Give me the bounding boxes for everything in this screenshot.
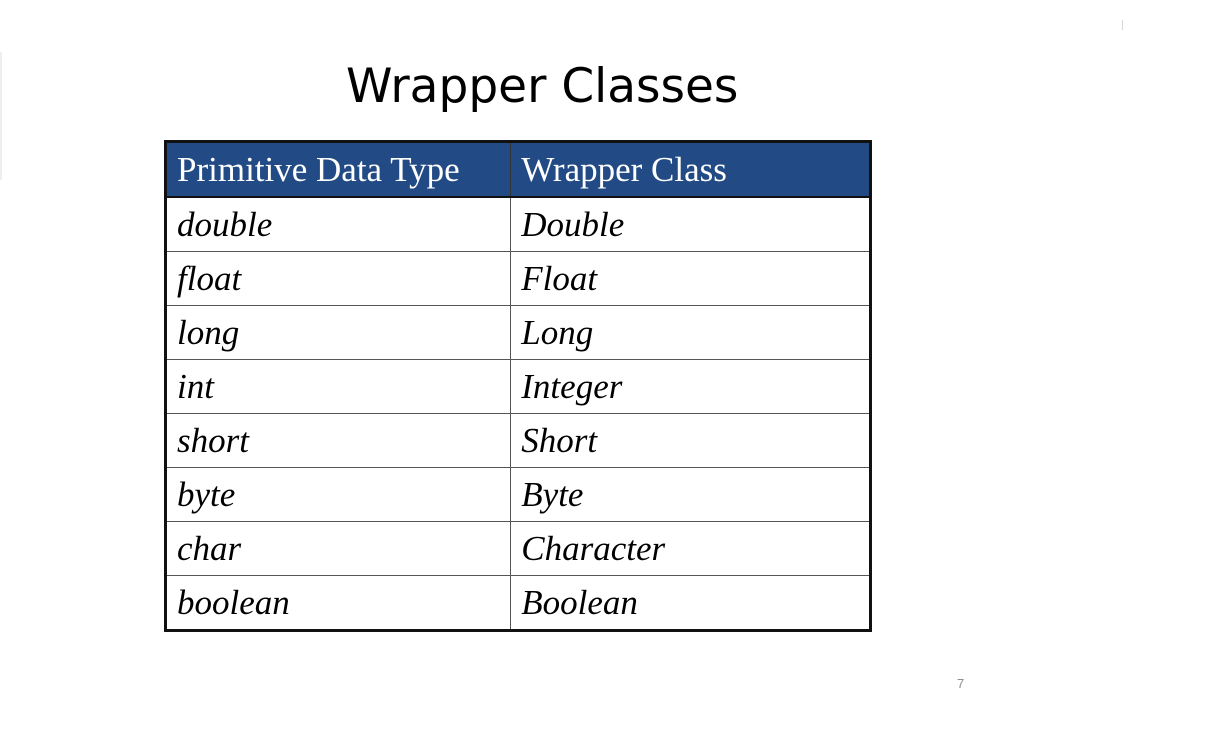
wrapper-cell: Byte — [510, 467, 871, 522]
table-row: boolean Boolean — [164, 575, 871, 631]
wrapper-classes-table: Primitive Data Type Wrapper Class double… — [164, 140, 872, 632]
table-row: char Character — [164, 521, 871, 576]
header-primitive-data-type: Primitive Data Type — [164, 141, 512, 198]
primitive-cell: char — [164, 521, 512, 576]
primitive-cell: float — [164, 251, 512, 306]
wrapper-cell: Boolean — [510, 575, 871, 631]
corner-tick — [1122, 20, 1123, 30]
primitive-cell: short — [164, 413, 512, 468]
slide: Wrapper Classes Primitive Data Type Wrap… — [0, 0, 1225, 731]
primitive-cell: long — [164, 305, 512, 360]
table-row: byte Byte — [164, 467, 871, 522]
primitive-cell: boolean — [164, 575, 512, 631]
edge-mark — [0, 52, 2, 180]
table-row: int Integer — [164, 359, 871, 414]
slide-title: Wrapper Classes — [346, 59, 739, 114]
page-number: 7 — [957, 676, 965, 691]
wrapper-cell: Double — [510, 196, 871, 252]
primitive-cell: int — [164, 359, 512, 414]
wrapper-cell: Integer — [510, 359, 871, 414]
wrapper-cell: Short — [510, 413, 871, 468]
primitive-cell: double — [164, 196, 512, 252]
wrapper-cell: Character — [510, 521, 871, 576]
table-row: short Short — [164, 413, 871, 468]
table-row: double Double — [164, 196, 871, 252]
table-header-row: Primitive Data Type Wrapper Class — [164, 141, 871, 198]
table-row: long Long — [164, 305, 871, 360]
primitive-cell: byte — [164, 467, 512, 522]
wrapper-cell: Float — [510, 251, 871, 306]
table-row: float Float — [164, 251, 871, 306]
wrapper-cell: Long — [510, 305, 871, 360]
header-wrapper-class: Wrapper Class — [510, 141, 871, 198]
